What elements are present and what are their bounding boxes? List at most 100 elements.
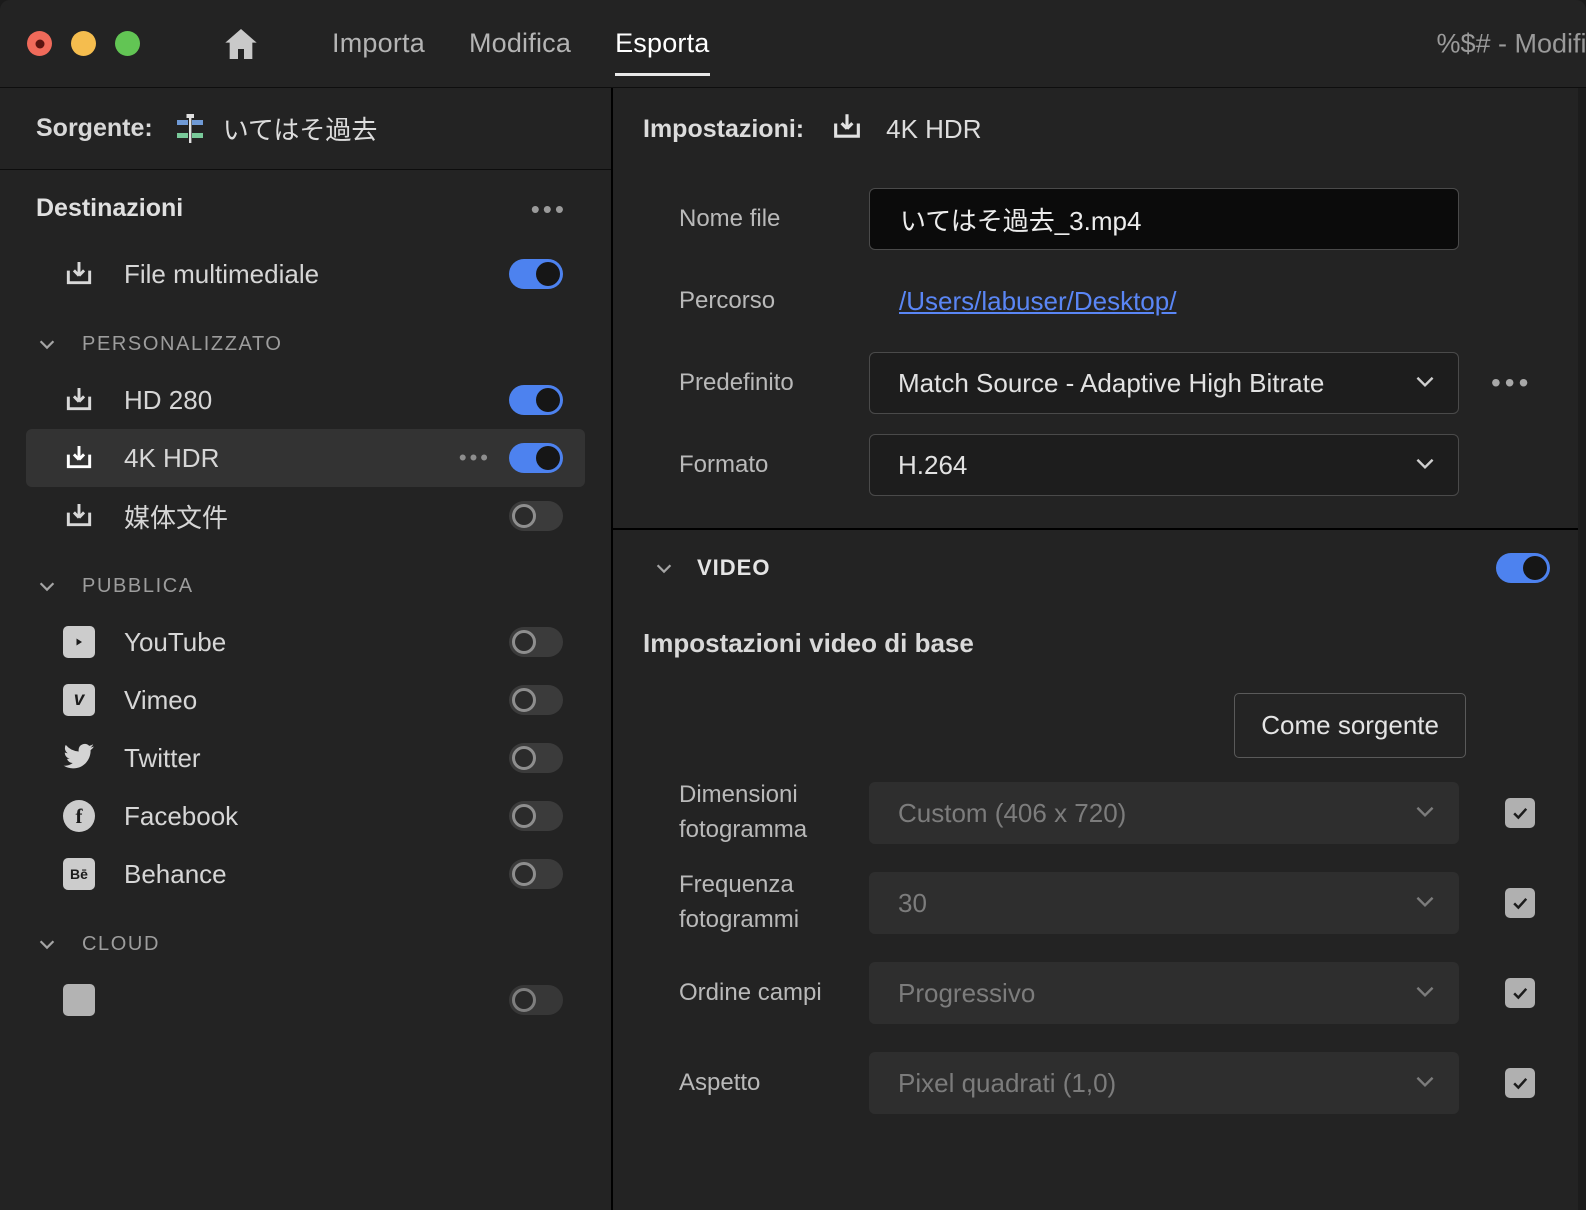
group-label: CLOUD: [82, 932, 161, 955]
filename-input[interactable]: いてはそ過去_3.mp4: [869, 188, 1459, 250]
download-icon: [60, 500, 98, 532]
filename-label: Nome file: [679, 204, 781, 232]
settings-scrollbar[interactable]: [1578, 88, 1586, 1210]
path-link[interactable]: /Users/labuser/Desktop/: [869, 286, 1176, 317]
main-tabs: Importa Modifica Esporta: [310, 0, 732, 88]
destinations-more-icon[interactable]: •••: [531, 196, 567, 222]
chevron-down-icon: [653, 557, 675, 579]
home-icon[interactable]: [218, 21, 264, 67]
cloud-service-icon: [60, 984, 98, 1016]
match-source-button[interactable]: Come sorgente: [1234, 693, 1466, 758]
field-order-value: Progressivo: [898, 977, 1036, 1008]
field-order-dropdown[interactable]: Progressivo: [869, 962, 1459, 1024]
destination-toggle[interactable]: [509, 685, 563, 715]
chevron-down-icon: [36, 933, 58, 955]
frame-size-checkbox[interactable]: [1505, 798, 1535, 828]
destination-item-hd-280[interactable]: HD 280: [26, 371, 585, 429]
download-icon: [60, 442, 98, 474]
format-dropdown[interactable]: H.264: [869, 434, 1459, 496]
field-row-path: Percorso /Users/labuser/Desktop/: [613, 268, 1586, 334]
preset-dropdown[interactable]: Match Source - Adaptive High Bitrate: [869, 352, 1459, 414]
destination-toggle[interactable]: [509, 743, 563, 773]
destinations-panel: Sorgente: いてはそ過去 Destinazioni ••• File m…: [0, 88, 613, 1210]
destination-item-youtube[interactable]: YouTube: [26, 613, 585, 671]
settings-preset-name: 4K HDR: [886, 113, 982, 144]
zoom-button[interactable]: [115, 31, 140, 56]
group-header-personalizzato[interactable]: PERSONALIZZATO: [0, 317, 611, 371]
download-icon: [830, 110, 864, 149]
video-row-frame-size: Dimensioni fotogramma Custom (406 x 720): [613, 778, 1586, 848]
export-settings-section: Impostazioni: 4K HDR Nome file いてはそ過去_3.…: [613, 88, 1586, 530]
destination-item-behance[interactable]: Bē Behance: [26, 845, 585, 903]
destinations-title: Destinazioni: [36, 194, 184, 222]
destination-item-facebook[interactable]: f Facebook: [26, 787, 585, 845]
destination-item-4k-hdr[interactable]: 4K HDR •••: [26, 429, 585, 487]
destination-label: 4K HDR: [124, 442, 220, 473]
destination-more-icon[interactable]: •••: [459, 445, 491, 471]
field-order-checkbox[interactable]: [1505, 978, 1535, 1008]
chevron-down-icon: [1412, 978, 1438, 1009]
tab-modifica[interactable]: Modifica: [447, 0, 593, 88]
destination-item-cloud-partial[interactable]: [26, 971, 585, 1029]
destination-label: HD 280: [124, 384, 213, 415]
tab-esporta[interactable]: Esporta: [593, 0, 731, 88]
group-label: PERSONALIZZATO: [82, 332, 283, 355]
destination-toggle[interactable]: [509, 985, 563, 1015]
preset-more-icon[interactable]: •••: [1491, 367, 1532, 399]
destination-item-media-file-cn[interactable]: 媒体文件: [26, 487, 585, 545]
youtube-icon: [60, 626, 98, 658]
video-section-title: VIDEO: [697, 555, 771, 580]
destination-item-file-multimediale[interactable]: File multimediale: [26, 245, 585, 303]
group-header-pubblica[interactable]: PUBBLICA: [0, 559, 611, 613]
frame-size-dropdown[interactable]: Custom (406 x 720): [869, 782, 1459, 844]
destination-label: File multimediale: [124, 258, 320, 289]
destination-toggle[interactable]: [509, 259, 563, 289]
destination-label: Facebook: [124, 800, 239, 831]
destination-item-twitter[interactable]: Twitter: [26, 729, 585, 787]
destinations-list: Destinazioni ••• File multimediale PERSO…: [0, 170, 611, 1210]
format-label: Formato: [679, 450, 769, 478]
aspect-label: Aspetto: [679, 1068, 761, 1096]
chevron-down-icon: [1412, 798, 1438, 829]
chevron-down-icon: [1412, 450, 1438, 481]
destination-item-vimeo[interactable]: v Vimeo: [26, 671, 585, 729]
title-bar: Importa Modifica Esporta %$# - Modific: [0, 0, 1586, 88]
source-bar: Sorgente: いてはそ過去: [0, 88, 611, 170]
source-label: Sorgente:: [36, 114, 153, 142]
frame-rate-checkbox[interactable]: [1505, 888, 1535, 918]
destination-toggle[interactable]: [509, 801, 563, 831]
download-icon: [60, 258, 98, 290]
minimize-button[interactable]: [71, 31, 96, 56]
chevron-down-icon: [1412, 1068, 1438, 1099]
frame-rate-dropdown[interactable]: 30: [869, 872, 1459, 934]
body: Sorgente: いてはそ過去 Destinazioni ••• File m…: [0, 88, 1586, 1210]
destination-label: YouTube: [124, 626, 227, 657]
destination-toggle[interactable]: [509, 501, 563, 531]
destination-toggle[interactable]: [509, 385, 563, 415]
settings-label: Impostazioni:: [643, 114, 805, 143]
video-row-frame-rate: Frequenza fotogrammi 30: [613, 868, 1586, 938]
close-button[interactable]: [27, 31, 52, 56]
destination-label: 媒体文件: [124, 502, 229, 533]
chevron-down-icon: [36, 575, 58, 597]
destination-toggle[interactable]: [509, 859, 563, 889]
facebook-icon: f: [60, 800, 98, 832]
path-label: Percorso: [679, 286, 776, 314]
destination-label: Twitter: [124, 742, 201, 773]
aspect-checkbox[interactable]: [1505, 1068, 1535, 1098]
tab-esporta-label: Esporta: [615, 28, 710, 58]
video-section-toggle[interactable]: [1496, 553, 1550, 583]
frame-rate-label: Frequenza fotogrammi: [679, 871, 800, 933]
destination-toggle[interactable]: [509, 443, 563, 473]
tab-importa[interactable]: Importa: [310, 0, 447, 88]
filename-value: いてはそ過去_3.mp4: [900, 205, 1142, 236]
aspect-dropdown[interactable]: Pixel quadrati (1,0): [869, 1052, 1459, 1114]
settings-header: Impostazioni: 4K HDR: [613, 88, 1586, 170]
preset-label: Predefinito: [679, 368, 794, 396]
video-section-header[interactable]: VIDEO: [613, 530, 1586, 606]
destination-toggle[interactable]: [509, 627, 563, 657]
frame-rate-value: 30: [898, 887, 927, 918]
field-row-preset: Predefinito Match Source - Adaptive High…: [613, 350, 1586, 416]
group-header-cloud[interactable]: CLOUD: [0, 917, 611, 971]
format-value: H.264: [898, 449, 968, 480]
